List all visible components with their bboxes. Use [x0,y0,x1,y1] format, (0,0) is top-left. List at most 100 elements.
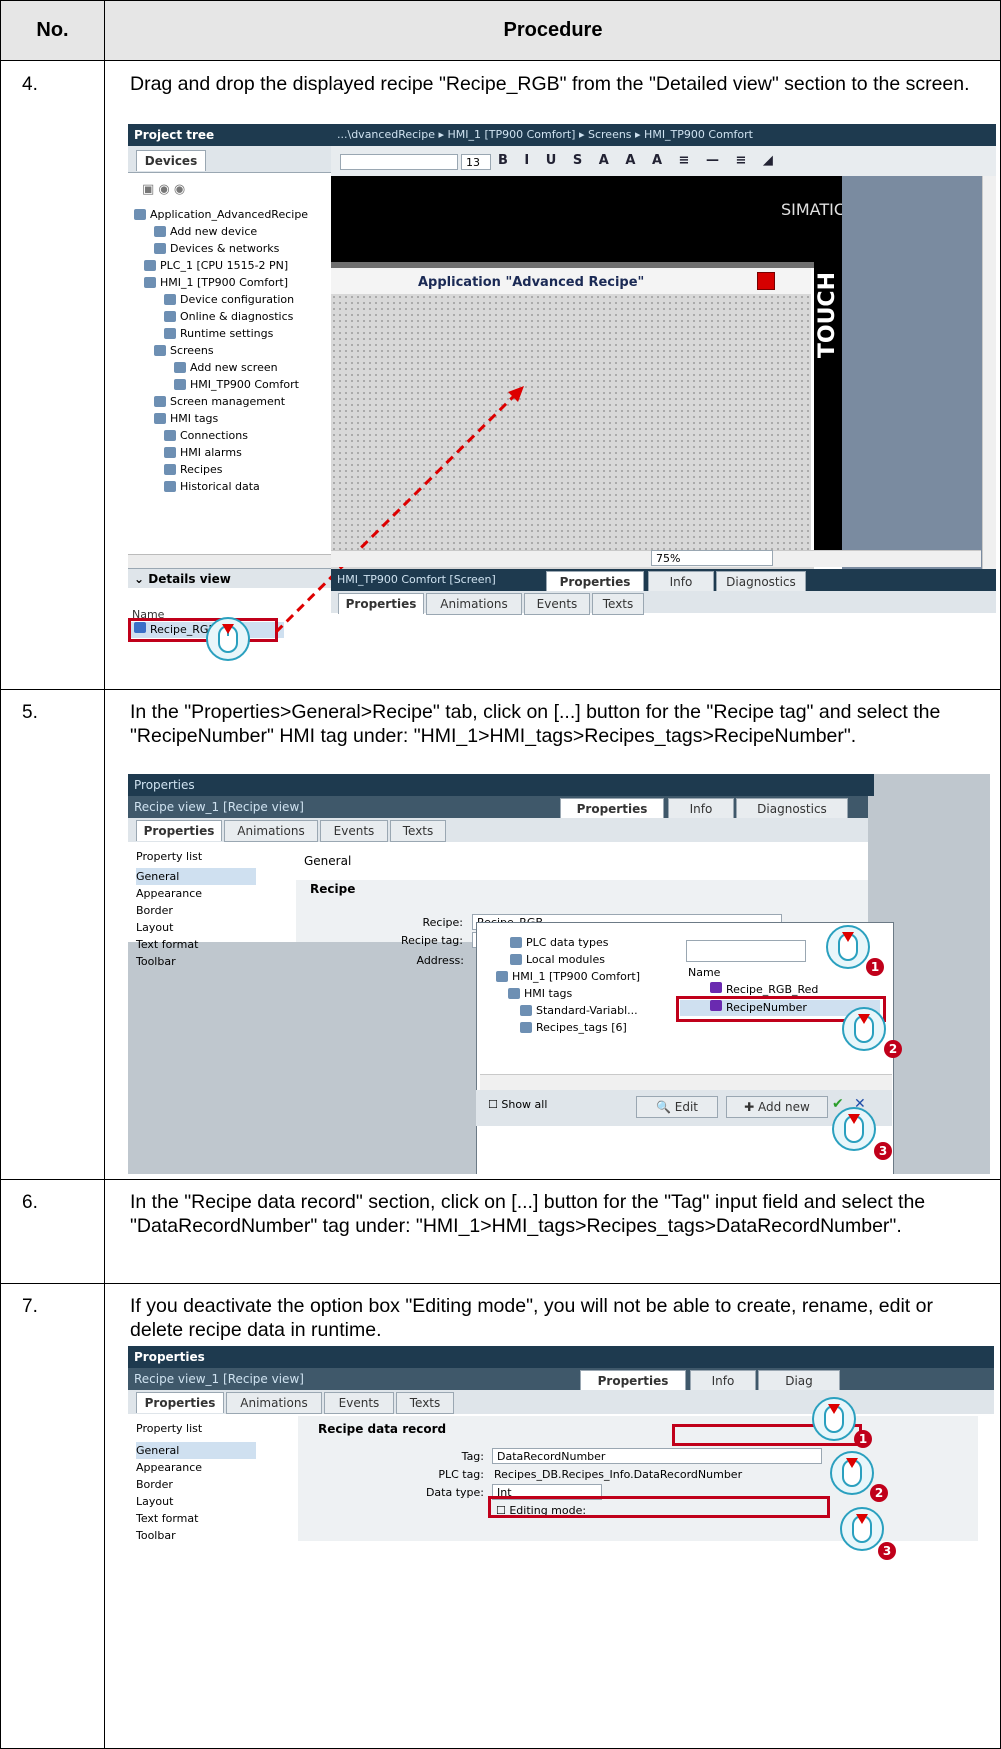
tab-events[interactable]: Events [324,1392,394,1414]
property-list-label: Property list [136,1422,203,1435]
properties-title: Properties [128,774,874,796]
step-marker-1: 1 [854,1430,872,1448]
property-nav-item[interactable]: Appearance [136,885,256,902]
tree-item-icon [510,954,522,965]
step-text: If you deactivate the option box "Editin… [130,1295,933,1341]
popup-search-field[interactable] [686,940,806,962]
zoom-field[interactable]: 75% [651,550,773,566]
property-nav-item[interactable]: Text format [136,936,256,953]
highlight-editing-mode [488,1496,830,1518]
tree-item-icon [510,937,522,948]
screenshot-recipe-tag-selection: Properties Recipe view_1 [Recipe view] P… [128,774,990,1174]
header-procedure: Procedure [105,0,1001,60]
tag-icon [710,982,722,993]
properties-inspector-tab[interactable]: Properties [560,798,664,819]
tree-item[interactable]: PLC data types [510,934,609,951]
add-new-label: Add new [758,1100,810,1114]
diagnostics-tab[interactable]: Diagnostics [736,798,848,820]
step-marker-1: 1 [866,958,884,976]
step-text: In the "Recipe data record" section, cli… [130,1191,926,1237]
property-nav-item[interactable]: Layout [136,1493,256,1510]
object-name: Recipe view_1 [Recipe view] [134,800,304,814]
plc-tag-value: Recipes_DB.Recipes_Info.DataRecordNumber [494,1468,743,1481]
tab-events[interactable]: Events [320,820,388,842]
tab-animations[interactable]: Animations [226,1392,322,1414]
mouse-click-icon [206,617,250,661]
tab-texts[interactable]: Texts [390,820,446,842]
step-number: 5. [22,702,38,723]
tree-item-icon [520,1005,532,1016]
tree-item-icon [496,971,508,982]
tree-item[interactable]: Recipes_tags [6] [520,1019,627,1036]
plc-tag-label: PLC tag: [438,1468,484,1481]
property-nav-item[interactable]: Text format [136,1510,256,1527]
tree-item-label: HMI_1 [TP900 Comfort] [512,970,640,983]
tree-item-label: Local modules [526,953,605,966]
popup-item-label: Recipe_RGB_Red [726,983,819,996]
properties-inspector-tab[interactable]: Properties [580,1370,686,1391]
popup-hscroll[interactable] [480,1074,892,1091]
popup-list-item[interactable]: Recipe_RGB_Red [680,982,870,996]
step-text: Drag and drop the displayed recipe "Reci… [130,73,970,95]
property-nav-item[interactable]: Toolbar [136,1527,256,1544]
tab-properties[interactable]: Properties [136,1392,224,1413]
tab-animations[interactable]: Animations [426,593,522,615]
step-marker-2: 2 [884,1040,902,1058]
property-nav-item[interactable]: Border [136,1476,256,1493]
screenshot-recipe-data-record: Properties Recipe view_1 [Recipe view] P… [128,1346,994,1744]
record-section-title: Recipe data record [318,1422,447,1436]
diagnostics-tab[interactable]: Diagnostics [716,571,806,593]
info-tab[interactable]: Info [648,571,714,593]
tab-properties[interactable]: Properties [338,593,424,614]
tree-item[interactable]: HMI tags [508,985,572,1002]
mouse-click-icon [812,1397,856,1441]
tree-item-icon [520,1022,532,1033]
step-number: 7. [22,1296,38,1317]
show-all-label: Show all [501,1098,548,1111]
property-nav-item[interactable]: Layout [136,919,256,936]
property-nav-item[interactable]: Border [136,902,256,919]
add-new-button[interactable]: ✚ Add new [726,1096,828,1118]
step-marker-3: 3 [874,1142,892,1160]
tree-item[interactable]: HMI_1 [TP900 Comfort] [496,968,640,985]
property-nav-item[interactable]: General [136,1442,256,1459]
edit-button[interactable]: 🔍 Edit [636,1096,718,1118]
tag-field[interactable]: DataRecordNumber [492,1448,822,1464]
property-list-label: Property list [136,850,203,863]
properties-tab-top[interactable]: Properties [546,571,644,592]
step-marker-3: 3 [878,1542,896,1560]
tab-texts[interactable]: Texts [396,1392,454,1414]
tree-item[interactable]: Local modules [510,951,605,968]
mouse-click-icon [842,1007,886,1051]
recipe-tag-label: Recipe tag: [400,934,463,947]
editor-vscroll[interactable] [982,176,996,576]
screen-label: HMI_TP900 Comfort [Screen] [337,573,496,586]
mouse-click-icon [832,1107,876,1151]
data-type-label: Data type: [425,1486,484,1499]
diagnostics-tab[interactable]: Diag [758,1370,840,1392]
step-number: 4. [22,74,38,95]
tree-item[interactable]: Standard-Variabl... [520,1002,638,1019]
tree-item-label: PLC data types [526,936,609,949]
mouse-click-icon [830,1451,874,1495]
object-name: Recipe view_1 [Recipe view] [134,1372,304,1386]
property-nav-item[interactable]: Toolbar [136,953,256,970]
info-tab[interactable]: Info [668,798,734,820]
tab-animations[interactable]: Animations [224,820,318,842]
tab-properties[interactable]: Properties [136,820,222,841]
tab-events[interactable]: Events [524,593,590,615]
show-all-checkbox[interactable]: ☐ Show all [488,1098,547,1111]
popup-name-column: Name [688,966,721,979]
tree-item-label: Recipes_tags [6] [536,1021,627,1034]
step-number: 6. [22,1192,38,1213]
tree-item-icon [508,988,520,999]
property-nav-item[interactable]: Appearance [136,1459,256,1476]
address-label: Address: [416,954,464,967]
step-text: In the "Properties>General>Recipe" tab, … [130,701,941,747]
recipe-section-title: Recipe [310,882,356,896]
info-tab[interactable]: Info [690,1370,756,1392]
tab-texts[interactable]: Texts [592,593,644,615]
property-nav-item[interactable]: General [136,868,256,885]
step-marker-2: 2 [870,1484,888,1502]
recipe-label: Recipe: [422,916,463,929]
